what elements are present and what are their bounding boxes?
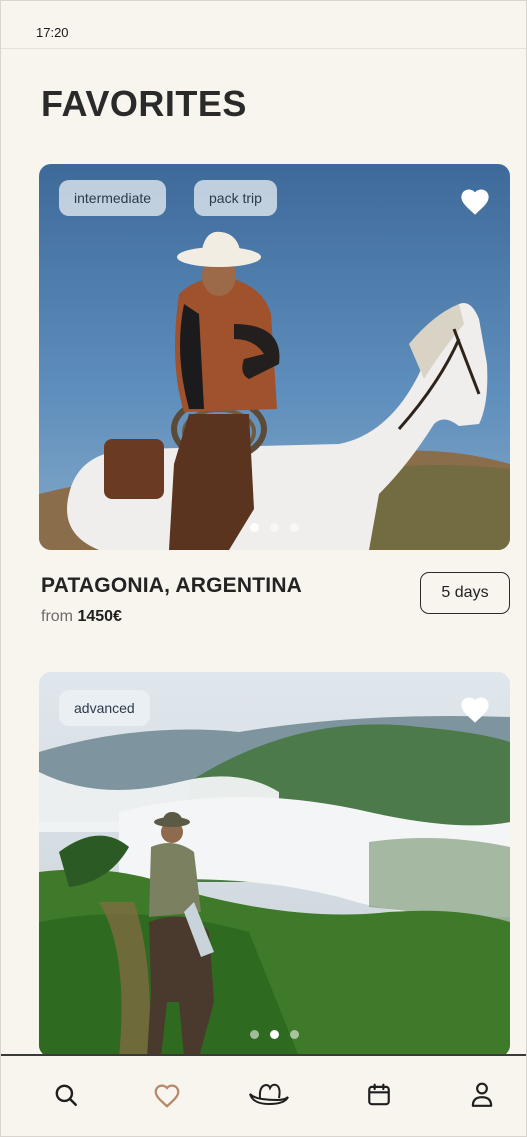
status-bar: 17:20 [1,1,526,49]
favorite-heart-icon[interactable] [458,186,492,216]
tag-chip[interactable]: intermediate [59,180,167,216]
app-screen: 17:20 FAVORITES intermediate pack trip P… [0,0,527,1137]
carousel-dot[interactable] [290,1030,299,1039]
duration-badge: 5 days [420,572,510,614]
carousel-dot[interactable] [290,523,299,532]
tab-rides[interactable] [247,1078,291,1112]
tag-chip[interactable]: pack trip [194,180,277,216]
page-title: FAVORITES [41,83,247,124]
carousel-dot[interactable] [270,523,279,532]
calendar-icon [368,1083,390,1106]
trip-price: from 1450€ [41,608,122,626]
carousel-dots[interactable] [39,523,510,532]
heart-icon [154,1084,180,1108]
tag-chip[interactable]: advanced [59,690,150,726]
carousel-dot[interactable] [270,1030,279,1039]
card-photo-mountain-rider [39,672,510,1057]
cowboy-hat-icon [249,1083,289,1106]
bottom-tab-bar [1,1054,526,1136]
favorite-card-image[interactable]: intermediate pack trip [39,164,510,550]
carousel-dots[interactable] [39,1030,510,1039]
trip-title[interactable]: PATAGONIA, ARGENTINA [41,574,302,598]
carousel-dot[interactable] [250,1030,259,1039]
price-prefix: from [41,608,73,625]
tab-favorites[interactable] [150,1078,184,1112]
search-icon [55,1084,77,1106]
favorite-heart-icon[interactable] [458,694,492,724]
favorite-card-image[interactable]: advanced [39,672,510,1057]
profile-icon [471,1082,493,1107]
carousel-dot[interactable] [250,523,259,532]
tab-search[interactable] [49,1078,83,1112]
price-value: 1450€ [77,608,122,625]
tab-calendar[interactable] [362,1078,396,1112]
tab-profile[interactable] [465,1078,499,1112]
status-time: 17:20 [36,25,69,40]
card-photo-horse-rider [39,164,510,550]
